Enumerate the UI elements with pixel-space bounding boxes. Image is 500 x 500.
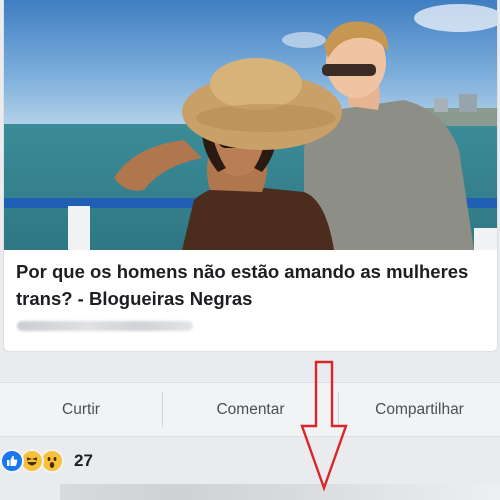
link-preview-image[interactable] [4, 0, 498, 250]
like-button[interactable]: Curtir [0, 392, 163, 427]
comment-label: Comentar [216, 400, 285, 418]
like-label: Curtir [62, 400, 100, 418]
blurred-link-domain [17, 321, 193, 331]
next-post-edge [0, 484, 500, 500]
share-button[interactable]: Compartilhar [339, 383, 500, 436]
reaction-count[interactable]: 27 [74, 451, 93, 471]
reactions-summary[interactable]: 27 [0, 446, 93, 476]
link-title[interactable]: Por que os homens não estão amando as mu… [16, 258, 486, 312]
comment-button[interactable]: Comentar [163, 392, 339, 427]
shared-link-card[interactable]: Por que os homens não estão amando as mu… [3, 0, 498, 352]
post-action-bar: Curtir Comentar Compartilhar [0, 382, 500, 437]
share-label: Compartilhar [375, 400, 464, 418]
like-icon [0, 449, 24, 473]
